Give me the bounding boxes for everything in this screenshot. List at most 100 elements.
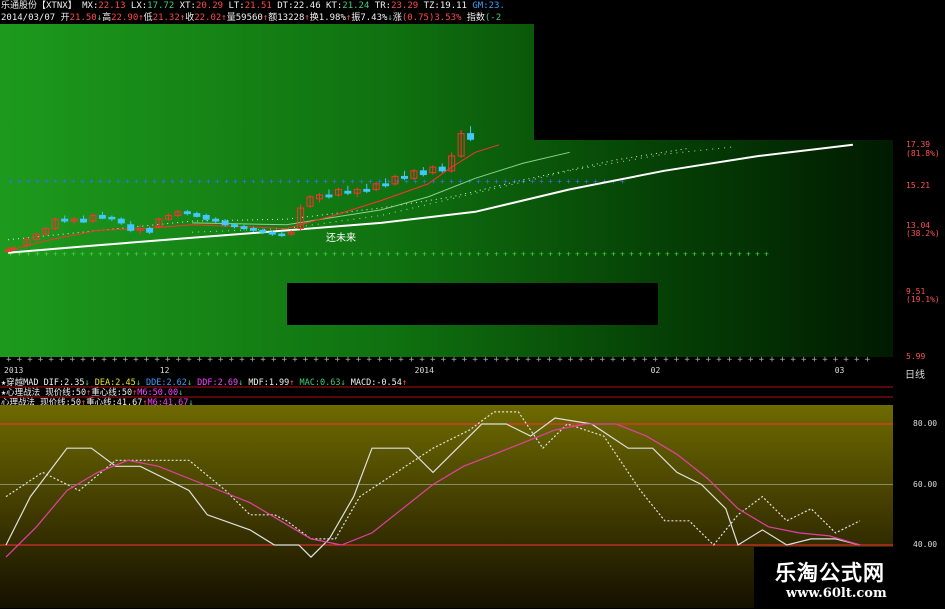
date-marker: + [504, 355, 510, 364]
date-marker: + [409, 355, 415, 364]
candle[interactable] [419, 167, 427, 177]
dot-marker: + [305, 250, 310, 259]
dot-marker: + [296, 177, 301, 186]
candle[interactable] [183, 209, 191, 216]
dot-marker: + [287, 177, 292, 186]
candle-body [80, 218, 88, 223]
candle[interactable] [457, 129, 465, 158]
dot-marker: + [179, 250, 184, 259]
date-marker: + [547, 355, 553, 364]
date-marker: + [154, 355, 160, 364]
dot-marker: + [566, 177, 571, 186]
dot-marker: + [386, 250, 391, 259]
watermark-url: www.60lt.com [786, 586, 887, 601]
date-tick-label: 2014 [414, 366, 434, 375]
date-marker: + [123, 355, 129, 364]
dot-marker: + [287, 250, 292, 259]
candle[interactable] [467, 126, 475, 142]
date-marker: + [451, 355, 457, 364]
dot-marker: + [170, 177, 175, 186]
date-marker: + [250, 355, 256, 364]
candle[interactable] [438, 163, 446, 173]
dot-marker: + [395, 250, 400, 259]
dot-marker: + [710, 250, 715, 259]
candle[interactable] [108, 215, 116, 222]
candle[interactable] [316, 193, 324, 203]
indicator-tick-label: 60.00 [913, 479, 938, 489]
date-marker: + [144, 355, 150, 364]
dot-marker: + [260, 177, 265, 186]
dot-marker: + [530, 250, 535, 259]
candle[interactable] [202, 213, 210, 222]
candle[interactable] [42, 226, 50, 236]
candle[interactable] [344, 185, 352, 196]
indicator-tick-label: 80.00 [913, 419, 938, 428]
candle[interactable] [306, 195, 314, 209]
candle[interactable] [400, 170, 408, 181]
candle[interactable] [23, 237, 31, 248]
candle[interactable] [193, 211, 201, 218]
candle[interactable] [61, 215, 69, 223]
candle-body [249, 227, 257, 231]
ma-white-line [7, 143, 854, 254]
dot-marker: + [323, 177, 328, 186]
date-marker: + [260, 355, 266, 364]
period-label[interactable]: 日线 [905, 366, 925, 381]
dot-marker: + [269, 250, 274, 259]
candle-body [117, 218, 125, 224]
date-marker: + [366, 355, 372, 364]
dot-marker: + [80, 250, 85, 259]
candle[interactable] [334, 187, 342, 197]
date-marker: + [6, 355, 12, 364]
candle[interactable] [127, 221, 135, 233]
candle[interactable] [372, 182, 380, 192]
candle[interactable] [278, 231, 286, 237]
dot-marker: + [296, 250, 301, 259]
dot-marker: + [89, 177, 94, 186]
candle[interactable] [353, 187, 361, 197]
date-marker: + [822, 355, 828, 364]
candle[interactable] [164, 213, 172, 222]
dot-marker: + [215, 250, 220, 259]
candle[interactable] [212, 217, 220, 223]
date-marker: + [727, 355, 733, 364]
candle[interactable] [117, 217, 125, 225]
candle[interactable] [70, 217, 78, 225]
candle[interactable] [155, 217, 163, 229]
candle[interactable] [98, 211, 106, 220]
candle[interactable] [325, 189, 333, 199]
indicator-series-line [5, 423, 861, 558]
dot-marker: + [530, 177, 535, 186]
date-marker: + [345, 355, 351, 364]
dot-marker: + [755, 250, 760, 259]
date-marker: + [186, 355, 192, 364]
candle[interactable] [448, 152, 456, 173]
ma-green-line [192, 151, 570, 226]
dot-marker: + [701, 250, 706, 259]
dot-marker: + [197, 250, 202, 259]
date-marker: + [27, 355, 33, 364]
candle[interactable] [429, 165, 437, 175]
date-marker: + [430, 355, 436, 364]
dot-marker: + [467, 250, 472, 259]
dot-marker: + [638, 250, 643, 259]
dot-marker: + [593, 250, 598, 259]
date-tick-label: 2013 [4, 366, 24, 375]
dot-marker: + [188, 177, 193, 186]
candle[interactable] [89, 213, 97, 223]
candle[interactable] [80, 215, 88, 223]
date-marker: + [419, 355, 425, 364]
date-marker: + [80, 355, 86, 364]
date-marker: + [674, 355, 680, 364]
candle[interactable] [51, 217, 59, 231]
date-marker: + [854, 355, 860, 364]
date-marker: + [663, 355, 669, 364]
dot-marker: + [449, 250, 454, 259]
date-marker: + [70, 355, 76, 364]
candle[interactable] [240, 224, 248, 231]
candle[interactable] [410, 168, 418, 181]
date-marker: + [716, 355, 722, 364]
candle[interactable] [174, 209, 182, 218]
date-marker: + [324, 355, 330, 364]
dot-marker: + [62, 177, 67, 186]
